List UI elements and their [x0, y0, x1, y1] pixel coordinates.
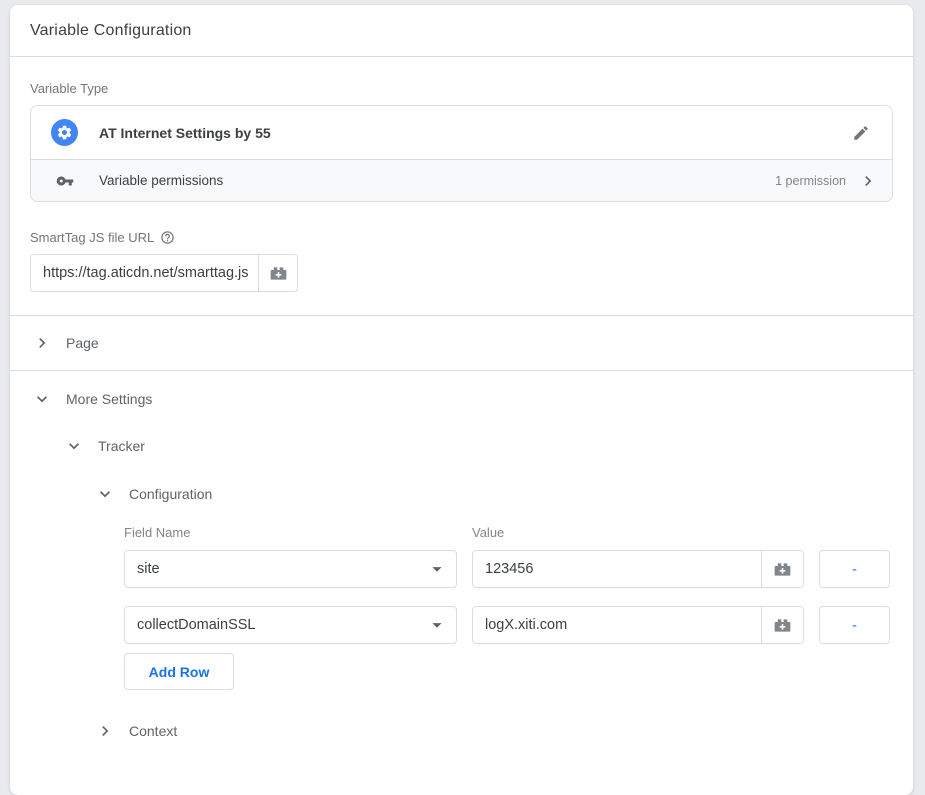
- key-icon: [51, 172, 78, 190]
- value-input[interactable]: [473, 607, 761, 643]
- field-name-selected-value: collectDomainSSL: [137, 617, 255, 633]
- section-page-label: Page: [66, 335, 99, 351]
- chevron-right-icon: [858, 171, 878, 191]
- caret-down-icon: [426, 558, 448, 580]
- value-input-group: [472, 606, 804, 644]
- chevron-down-icon: [30, 389, 54, 409]
- pencil-icon: [852, 124, 870, 142]
- variable-permissions-label: Variable permissions: [99, 173, 223, 188]
- page-title: Variable Configuration: [30, 22, 192, 40]
- edit-variable-type-button[interactable]: [848, 120, 874, 146]
- gear-icon: [51, 119, 78, 146]
- panel-header: Variable Configuration: [10, 5, 913, 57]
- value-input[interactable]: [473, 551, 761, 587]
- config-row: collectDomainSSL: [124, 606, 893, 644]
- field-name-header: Field Name: [124, 525, 457, 540]
- variable-type-row[interactable]: AT Internet Settings by 55: [31, 106, 892, 159]
- field-name-select[interactable]: collectDomainSSL: [124, 606, 457, 644]
- value-header: Value: [472, 525, 804, 540]
- section-more-settings-label: More Settings: [66, 391, 152, 407]
- remove-row-button[interactable]: -: [819, 606, 890, 644]
- smarttag-url-label: SmartTag JS file URL: [30, 230, 154, 245]
- variable-type-name: AT Internet Settings by 55: [99, 125, 271, 141]
- variable-picker-button[interactable]: [761, 551, 803, 587]
- section-configuration[interactable]: Configuration: [93, 475, 893, 513]
- section-configuration-label: Configuration: [129, 486, 212, 502]
- variable-picker-button[interactable]: [761, 607, 803, 643]
- section-context[interactable]: Context: [93, 716, 893, 746]
- section-more-settings[interactable]: More Settings: [30, 371, 893, 427]
- section-tracker-label: Tracker: [98, 438, 145, 454]
- brick-plus-icon: [268, 263, 289, 284]
- variable-picker-button[interactable]: [258, 255, 297, 291]
- chevron-right-icon: [93, 721, 117, 741]
- chevron-down-icon: [62, 436, 86, 456]
- chevron-down-icon: [93, 484, 117, 504]
- field-name-select[interactable]: site: [124, 550, 457, 588]
- config-row: site: [124, 550, 893, 588]
- chevron-right-icon: [30, 333, 54, 353]
- remove-row-button[interactable]: -: [819, 550, 890, 588]
- smarttag-url-input[interactable]: [31, 255, 258, 291]
- brick-plus-icon: [772, 615, 793, 636]
- value-input-group: [472, 550, 804, 588]
- variable-configuration-panel: Variable Configuration Variable Type AT …: [10, 5, 913, 795]
- section-context-label: Context: [129, 723, 177, 739]
- variable-type-card: AT Internet Settings by 55 Variable perm…: [30, 105, 893, 202]
- variable-permissions-row[interactable]: Variable permissions 1 permission: [31, 159, 892, 201]
- caret-down-icon: [426, 614, 448, 636]
- smarttag-url-input-group: [30, 254, 298, 292]
- help-icon[interactable]: [160, 230, 175, 245]
- section-page[interactable]: Page: [30, 316, 893, 370]
- variable-type-label: Variable Type: [30, 81, 893, 96]
- field-name-selected-value: site: [137, 561, 160, 577]
- permission-count: 1 permission: [775, 174, 846, 188]
- add-row-button[interactable]: Add Row: [124, 653, 234, 690]
- section-tracker[interactable]: Tracker: [62, 427, 893, 465]
- brick-plus-icon: [772, 559, 793, 580]
